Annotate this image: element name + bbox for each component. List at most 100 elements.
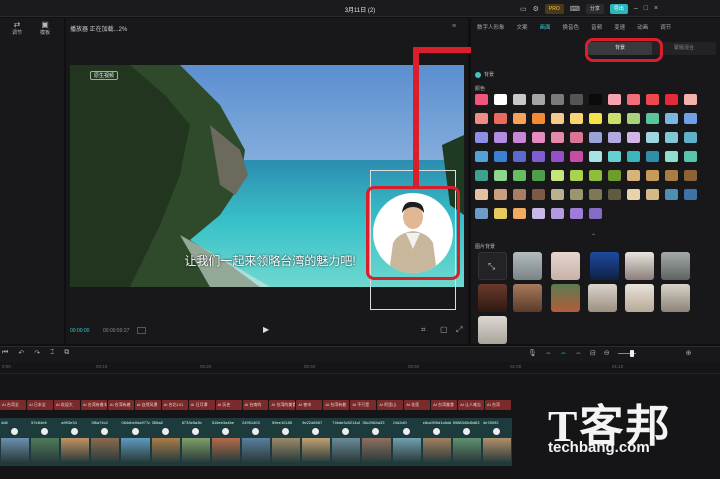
bg-image-1[interactable]: [513, 252, 542, 280]
color-swatch[interactable]: [589, 94, 602, 105]
collapse-icon[interactable]: ⌃: [591, 233, 596, 240]
background-toggle[interactable]: 背景: [475, 71, 494, 78]
video-clip-thumbnail[interactable]: [452, 438, 481, 462]
subtitle-clip[interactable]: AI 台湾: [485, 400, 511, 410]
subtitle-clip[interactable]: AI 自然风景: [134, 400, 161, 410]
color-swatch[interactable]: [532, 113, 545, 124]
video-clip-thumbnail[interactable]: [121, 438, 150, 462]
zoom-slider[interactable]: [617, 349, 636, 357]
color-swatch[interactable]: [665, 151, 678, 162]
fullscreen-icon[interactable]: ⤢: [456, 325, 462, 335]
color-swatch[interactable]: [589, 151, 602, 162]
template-tab[interactable]: ▣ 模板: [32, 20, 58, 36]
color-swatch[interactable]: [551, 94, 564, 105]
zoom-slider-handle[interactable]: [629, 349, 634, 357]
color-swatch[interactable]: [646, 113, 659, 124]
color-swatch[interactable]: [475, 208, 488, 219]
subtitle-clip[interactable]: AI 台北101: [161, 400, 188, 410]
zoom-out-icon[interactable]: ⊖: [604, 349, 610, 357]
color-swatch[interactable]: [665, 113, 678, 124]
close-icon[interactable]: ×: [654, 5, 658, 12]
bg-image-5[interactable]: [661, 252, 690, 280]
color-swatch[interactable]: [627, 94, 640, 105]
subtitle-clip[interactable]: AI 台湾美食: [431, 400, 458, 410]
color-swatch[interactable]: [494, 189, 507, 200]
color-swatch[interactable]: [665, 132, 678, 143]
color-swatch[interactable]: [570, 208, 583, 219]
settings-icon[interactable]: ⚙: [533, 5, 539, 13]
color-swatch[interactable]: [532, 94, 545, 105]
color-swatch[interactable]: [513, 208, 526, 219]
color-swatch[interactable]: [513, 94, 526, 105]
align-icon[interactable]: ⊟: [590, 349, 596, 357]
color-swatch[interactable]: [608, 151, 621, 162]
color-swatch[interactable]: [494, 151, 507, 162]
subtitle-clip[interactable]: AI 台湾有着: [323, 400, 350, 410]
share-button[interactable]: 分享: [585, 3, 604, 14]
tab-script[interactable]: 文案: [511, 22, 534, 34]
video-clip-thumbnail[interactable]: [302, 438, 331, 462]
keyboard-icon[interactable]: ⌨: [570, 5, 580, 13]
time-ruler[interactable]: 0:00 00:10 00:20 00:40 00:50 01:00 01:10: [0, 362, 720, 374]
color-swatch[interactable]: [627, 113, 640, 124]
export-button[interactable]: 导出: [609, 3, 628, 14]
color-swatch[interactable]: [551, 113, 564, 124]
color-swatch[interactable]: [589, 208, 602, 219]
crop-icon[interactable]: ⌗: [421, 325, 426, 335]
trim-icon[interactable]: ⌶: [50, 349, 54, 357]
color-swatch[interactable]: [551, 132, 564, 143]
color-swatch[interactable]: [608, 170, 621, 181]
color-swatch[interactable]: [608, 94, 621, 105]
color-swatch[interactable]: [513, 113, 526, 124]
color-swatch[interactable]: [532, 189, 545, 200]
bg-image-10[interactable]: [625, 284, 654, 312]
subtitle-clip[interactable]: AI 台湾全: [0, 400, 26, 410]
color-swatch[interactable]: [551, 151, 564, 162]
bg-image-2[interactable]: [551, 252, 580, 280]
subtitle-clip[interactable]: AI 台湾有着丰富的: [80, 400, 107, 410]
video-clip-thumbnail[interactable]: [1, 438, 30, 462]
color-swatch[interactable]: [551, 208, 564, 219]
color-swatch[interactable]: [627, 189, 640, 200]
color-swatch[interactable]: [532, 208, 545, 219]
tab-animation[interactable]: 动画: [631, 22, 654, 34]
preview-axis-icon[interactable]: ⇔: [575, 350, 582, 357]
video-clip-thumbnail[interactable]: [392, 438, 421, 462]
subtitle-clip[interactable]: AI 阿里山: [377, 400, 404, 410]
color-swatch[interactable]: [532, 132, 545, 143]
color-swatch[interactable]: [589, 189, 602, 200]
color-swatch[interactable]: [475, 113, 488, 124]
color-swatch[interactable]: [684, 170, 697, 181]
ratio-icon[interactable]: ▢: [440, 325, 448, 334]
color-swatch[interactable]: [532, 170, 545, 181]
color-swatch[interactable]: [551, 189, 564, 200]
video-clip-thumbnail[interactable]: [151, 438, 180, 462]
color-swatch[interactable]: [684, 132, 697, 143]
color-swatch[interactable]: [475, 151, 488, 162]
subtitle-clip[interactable]: AI 台湾的美食: [269, 400, 296, 410]
tab-speed[interactable]: 变速: [608, 22, 631, 34]
subtitle-clip[interactable]: AI 夜市: [296, 400, 323, 410]
color-swatch[interactable]: [494, 170, 507, 181]
subtitle-clip[interactable]: AI 花莲: [404, 400, 431, 410]
color-swatch[interactable]: [513, 189, 526, 200]
tab-voice[interactable]: 换音色: [557, 22, 586, 34]
timecode-icon[interactable]: [137, 327, 146, 334]
color-swatch[interactable]: [570, 94, 583, 105]
color-swatch[interactable]: [608, 132, 621, 143]
snap-icon[interactable]: ⇔: [560, 350, 567, 357]
tab-adjust[interactable]: 调节: [654, 22, 677, 34]
color-swatch[interactable]: [551, 170, 564, 181]
player-menu-icon[interactable]: ≡: [452, 23, 456, 30]
color-swatch[interactable]: [684, 113, 697, 124]
color-swatch[interactable]: [665, 170, 678, 181]
maximize-icon[interactable]: □: [644, 5, 648, 12]
color-swatch[interactable]: [589, 132, 602, 143]
video-clip-thumbnail[interactable]: [61, 438, 90, 462]
color-swatch[interactable]: [475, 170, 488, 181]
bg-image-12[interactable]: [478, 316, 507, 344]
color-swatch[interactable]: [513, 151, 526, 162]
color-swatch[interactable]: [608, 189, 621, 200]
color-swatch[interactable]: [494, 113, 507, 124]
tab-screen[interactable]: 画面: [534, 22, 557, 34]
